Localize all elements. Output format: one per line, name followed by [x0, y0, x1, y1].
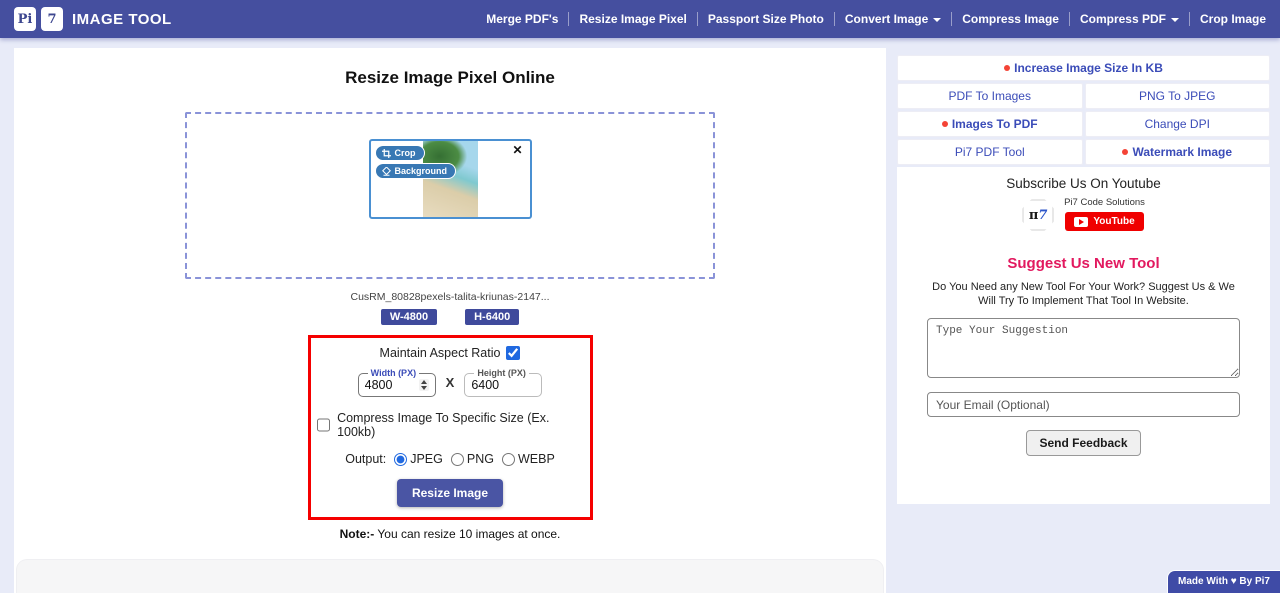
- channel-name: Pi7 Code Solutions: [1064, 197, 1145, 208]
- pi7-logo[interactable]: Pi 7 IMAGE TOOL: [14, 7, 172, 31]
- width-fieldset: Width (PX): [357, 368, 436, 397]
- note-line: Note:- You can resize 10 images at once.: [339, 527, 561, 541]
- subscribe-title: Subscribe Us On Youtube: [1006, 176, 1161, 191]
- featured-dot-icon: [1122, 149, 1129, 155]
- aspect-ratio-checkbox[interactable]: [506, 346, 521, 360]
- send-feedback-button[interactable]: Send Feedback: [1026, 430, 1141, 456]
- note-label: Note:-: [339, 527, 375, 541]
- tools-grid: Increase Image Size In KB PDF To Images …: [897, 55, 1270, 165]
- chevron-down-icon: [933, 18, 942, 22]
- beach-image-thumbnail: [422, 141, 478, 217]
- featured-dot-icon: [941, 121, 948, 127]
- youtube-play-icon: [1074, 216, 1089, 227]
- nav-crop-image[interactable]: Crop Image: [1190, 12, 1266, 26]
- logo-box-seven: 7: [41, 7, 63, 31]
- resize-settings-panel: Maintain Aspect Ratio Width (PX) X Heigh…: [307, 335, 593, 520]
- nav-links: Merge PDF's Resize Image Pixel Passport …: [476, 12, 1266, 26]
- paint-background-icon: [381, 166, 391, 176]
- tool-pi7-pdf-tool[interactable]: Pi7 PDF Tool: [897, 139, 1083, 165]
- height-fieldset: Height (PX): [464, 368, 543, 397]
- width-input-label: Width (PX): [370, 368, 417, 378]
- uploaded-image-card: Crop Background ✕: [368, 139, 532, 219]
- sidebar-panel: Subscribe Us On Youtube π7 Pi7 Code Solu…: [897, 167, 1270, 504]
- crop-icon: [381, 148, 391, 158]
- suggest-tool-title: Suggest Us New Tool: [1007, 255, 1160, 272]
- height-input-label: Height (PX): [477, 368, 526, 378]
- step-down-icon: [420, 386, 427, 390]
- top-navbar: Pi 7 IMAGE TOOL Merge PDF's Resize Image…: [0, 0, 1280, 38]
- tool-images-to-pdf[interactable]: Images To PDF: [897, 111, 1083, 137]
- png-radio[interactable]: [450, 452, 464, 466]
- tool-pdf-to-images[interactable]: PDF To Images: [897, 83, 1083, 109]
- nav-compress-image[interactable]: Compress Image: [952, 12, 1070, 26]
- pi7-channel-logo: π7: [1022, 199, 1055, 231]
- nav-merge-pdfs[interactable]: Merge PDF's: [476, 12, 570, 26]
- tool-png-to-jpeg[interactable]: PNG To JPEG: [1084, 83, 1270, 109]
- aspect-ratio-label: Maintain Aspect Ratio: [379, 346, 501, 360]
- output-option-png[interactable]: PNG: [450, 452, 494, 466]
- width-stepper[interactable]: [418, 379, 429, 391]
- output-option-jpeg[interactable]: JPEG: [394, 452, 443, 466]
- logo-box-pi: Pi: [14, 7, 36, 31]
- nav-convert-image[interactable]: Convert Image: [835, 12, 953, 26]
- upload-dropzone[interactable]: Crop Background ✕: [185, 112, 715, 279]
- made-with-badge[interactable]: Made With ♥ By Pi7: [1167, 570, 1280, 593]
- page-title: Resize Image Pixel Online: [345, 68, 555, 87]
- brand-title: IMAGE TOOL: [72, 10, 172, 28]
- chevron-down-icon: [1170, 18, 1179, 22]
- remove-image-button[interactable]: ✕: [512, 144, 522, 156]
- compress-label: Compress Image To Specific Size (Ex. 100…: [337, 411, 550, 439]
- dimension-badges: W-4800 H-6400: [14, 309, 886, 325]
- output-label: Output:: [345, 452, 387, 466]
- output-option-webp[interactable]: WEBP: [501, 452, 555, 466]
- suggest-tool-description: Do You Need any New Tool For Your Work? …: [932, 281, 1235, 307]
- background-button[interactable]: Background: [374, 163, 457, 179]
- featured-dot-icon: [1004, 65, 1011, 71]
- width-input[interactable]: [364, 378, 409, 392]
- nav-resize-image-pixel[interactable]: Resize Image Pixel: [569, 12, 698, 26]
- suggestion-textarea[interactable]: [927, 318, 1240, 378]
- width-badge: W-4800: [380, 309, 438, 325]
- height-badge: H-6400: [465, 309, 520, 325]
- height-input[interactable]: [471, 378, 516, 392]
- article-card: Tired of big images? Did the device stuc…: [17, 560, 883, 593]
- webp-radio[interactable]: [501, 452, 515, 466]
- email-input[interactable]: [927, 392, 1240, 417]
- page-body: Resize Image Pixel Online Crop Backgroun…: [0, 38, 1280, 593]
- step-up-icon: [420, 380, 427, 384]
- jpeg-radio[interactable]: [394, 452, 408, 466]
- sidebar: Increase Image Size In KB PDF To Images …: [897, 55, 1270, 504]
- aspect-ratio-row: Maintain Aspect Ratio: [380, 346, 521, 360]
- tool-watermark-image[interactable]: Watermark Image: [1084, 139, 1270, 165]
- subscribe-row: π7 Pi7 Code Solutions YouTube: [927, 197, 1240, 231]
- dimension-separator: X: [445, 375, 455, 390]
- dimension-inputs-row: Width (PX) X Height (PX): [357, 368, 543, 397]
- youtube-subscribe-button[interactable]: YouTube: [1065, 212, 1144, 231]
- nav-compress-pdf[interactable]: Compress PDF: [1070, 12, 1190, 26]
- uploaded-filename: CusRM_80828pexels-talita-kriunas-2147...: [350, 291, 550, 303]
- output-format-row: Output: JPEG PNG WEBP: [345, 452, 555, 466]
- tool-change-dpi[interactable]: Change DPI: [1084, 111, 1270, 137]
- crop-button[interactable]: Crop: [374, 145, 425, 161]
- nav-passport-size-photo[interactable]: Passport Size Photo: [698, 12, 835, 26]
- main-content: Resize Image Pixel Online Crop Backgroun…: [14, 48, 886, 593]
- tool-increase-image-size-kb[interactable]: Increase Image Size In KB: [897, 55, 1270, 81]
- resize-image-button[interactable]: Resize Image: [396, 479, 504, 507]
- compress-checkbox[interactable]: [316, 418, 331, 432]
- compress-option-row: Compress Image To Specific Size (Ex. 100…: [316, 411, 584, 439]
